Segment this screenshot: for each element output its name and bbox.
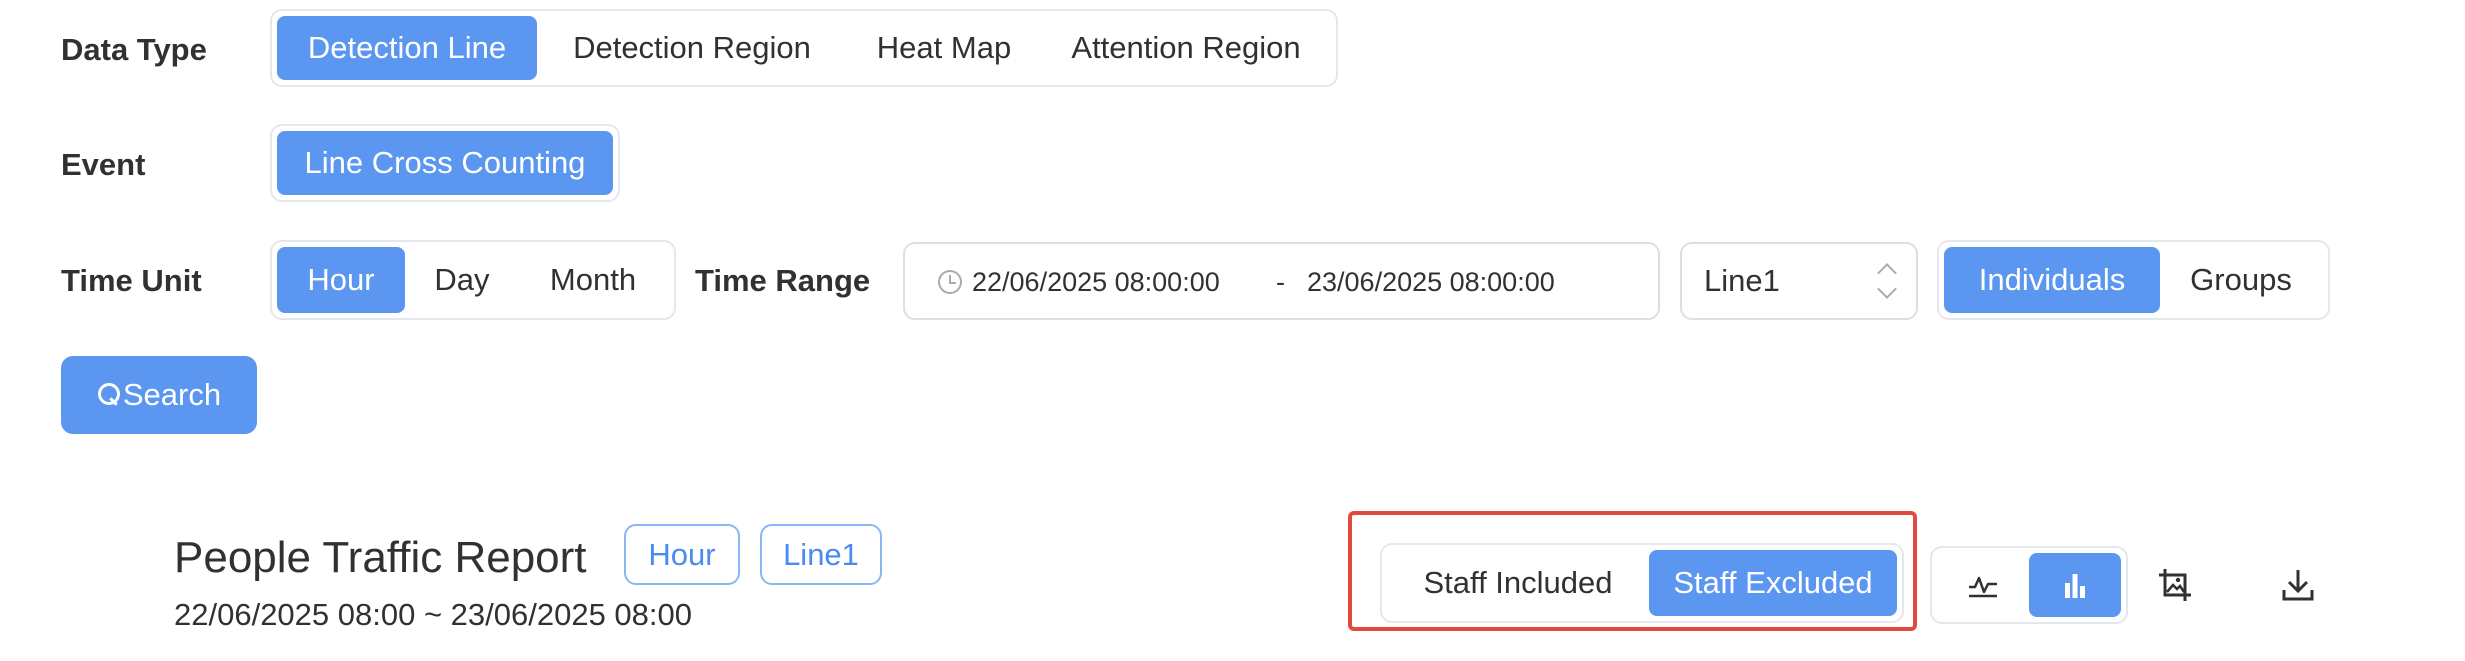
data-type-label: Data Type xyxy=(61,32,207,67)
grouping-segmented: Individuals Groups xyxy=(1937,240,2330,320)
grouping-option-individuals[interactable]: Individuals xyxy=(1944,247,2160,313)
date-range-separator: - xyxy=(1276,267,1285,297)
grouping-option-groups[interactable]: Groups xyxy=(2160,247,2322,313)
data-type-option-heat-map[interactable]: Heat Map xyxy=(847,16,1041,80)
data-type-option-detection-line[interactable]: Detection Line xyxy=(277,16,537,80)
search-button-label: Search xyxy=(122,377,222,412)
chevron-down-icon[interactable] xyxy=(1877,279,1897,299)
report-title: People Traffic Report xyxy=(174,533,587,582)
line-chart-button[interactable] xyxy=(1937,553,2029,617)
line-chart-icon xyxy=(1969,576,1997,598)
time-unit-option-month[interactable]: Month xyxy=(519,247,667,313)
data-type-segmented: Detection Line Detection Region Heat Map… xyxy=(270,9,1338,87)
bar-chart-button[interactable] xyxy=(2029,553,2121,617)
event-label: Event xyxy=(61,147,146,182)
time-unit-option-day[interactable]: Day xyxy=(405,247,519,313)
staff-option-excluded[interactable]: Staff Excluded xyxy=(1649,550,1897,616)
download-icon xyxy=(2282,570,2314,601)
download-button[interactable] xyxy=(2275,562,2321,608)
data-type-option-attention-region[interactable]: Attention Region xyxy=(1041,16,1331,80)
line-select-value: Line1 xyxy=(1704,263,1780,298)
report-tag-time-unit: Hour xyxy=(624,524,740,585)
save-image-icon xyxy=(2159,569,2191,601)
search-button[interactable]: Search xyxy=(61,356,257,434)
time-range-label: Time Range xyxy=(695,263,871,298)
staff-option-included[interactable]: Staff Included xyxy=(1387,550,1649,616)
staff-toggle-segmented: Staff Included Staff Excluded xyxy=(1380,543,1904,623)
clock-icon xyxy=(938,270,962,294)
date-range-picker[interactable]: 22/06/2025 08:00:00 - 23/06/2025 08:00:0… xyxy=(903,242,1660,320)
event-segmented: Line Cross Counting xyxy=(270,124,620,202)
time-unit-segmented: Hour Day Month xyxy=(270,240,676,320)
bar-chart-icon xyxy=(2065,574,2085,598)
report-tag-line: Line1 xyxy=(760,524,882,585)
chart-type-segmented xyxy=(1930,546,2128,624)
line-select[interactable]: Line1 xyxy=(1680,242,1918,320)
event-option-line-cross-counting[interactable]: Line Cross Counting xyxy=(277,131,613,195)
date-range-start[interactable]: 22/06/2025 08:00:00 xyxy=(972,267,1220,298)
data-type-option-detection-region[interactable]: Detection Region xyxy=(537,16,847,80)
date-range-end[interactable]: 23/06/2025 08:00:00 xyxy=(1307,267,1555,298)
save-image-button[interactable] xyxy=(2152,562,2198,608)
search-icon xyxy=(97,380,120,410)
time-unit-option-hour[interactable]: Hour xyxy=(277,247,405,313)
report-date-range: 22/06/2025 08:00 ~ 23/06/2025 08:00 xyxy=(174,597,693,632)
time-unit-label: Time Unit xyxy=(61,263,202,298)
